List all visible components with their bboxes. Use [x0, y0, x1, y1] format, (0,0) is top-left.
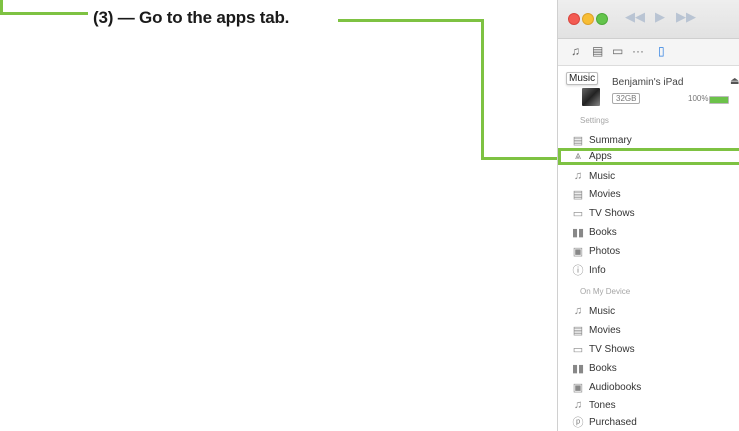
sidebar-item-label: Tones	[589, 399, 616, 411]
summary-icon: ▤	[572, 134, 584, 147]
sidebar-item-label: Music	[589, 170, 616, 182]
tv-icon[interactable]: ▭	[612, 44, 623, 58]
sidebar-item-music[interactable]: ♫ Music	[571, 168, 739, 184]
sidebar-item-label: Books	[589, 362, 617, 374]
sidebar-item-photos[interactable]: ▣ Photos	[571, 243, 739, 259]
sidebar-item-label: Purchased	[589, 416, 637, 428]
play-icon[interactable]: ▶	[655, 9, 665, 25]
sidebar-item-label: Photos	[589, 245, 621, 257]
itunes-window: ◀◀ ▶ ▶▶ ♫ ▤ ▭ ··· ▯ Music Benjamin's iPa…	[557, 0, 739, 431]
sidebar-item-device-music[interactable]: ♫ Music	[571, 303, 739, 319]
info-icon: ⓘ	[572, 265, 584, 277]
rewind-icon[interactable]: ◀◀	[625, 9, 645, 25]
sidebar-item-device-tv-shows[interactable]: ▭ TV Shows	[571, 341, 739, 357]
device-name[interactable]: Benjamin's iPad	[612, 77, 683, 88]
zoom-button[interactable]	[596, 13, 608, 25]
callout-instruction: (3) — Go to the apps tab.	[93, 8, 289, 28]
sidebar-item-summary[interactable]: ▤ Summary	[571, 132, 739, 148]
media-toolbar: ♫ ▤ ▭ ··· ▯	[558, 39, 739, 66]
music-note-icon: ♫	[573, 305, 583, 317]
ipad-icon[interactable]: ▯	[658, 44, 665, 58]
tv-icon: ▭	[572, 207, 584, 220]
sidebar-item-label: Books	[589, 226, 617, 238]
tv-icon: ▭	[572, 343, 584, 356]
sidebar-item-movies[interactable]: ▤ Movies	[571, 186, 739, 202]
music-tooltip: Music	[566, 72, 599, 85]
sidebar-item-device-books[interactable]: ▮▮ Books	[571, 360, 739, 376]
music-note-icon[interactable]: ♫	[571, 44, 580, 58]
purchased-icon: ⓟ	[572, 417, 584, 429]
sidebar-item-tv-shows[interactable]: ▭ TV Shows	[571, 205, 739, 221]
sidebar-item-info[interactable]: ⓘ Info	[571, 262, 739, 278]
capacity-badge: 32GB	[612, 93, 641, 104]
callout-step-number: (3)	[93, 8, 114, 27]
fast-forward-icon[interactable]: ▶▶	[676, 9, 696, 25]
film-icon: ▤	[572, 188, 584, 201]
callout-line-left-horizontal	[0, 12, 88, 15]
callout-line-vertical	[481, 19, 484, 160]
books-icon: ▮▮	[571, 226, 585, 239]
music-note-icon: ♫	[573, 170, 583, 182]
callout-line-to-apps	[481, 157, 560, 160]
sidebar-item-device-purchased[interactable]: ⓟ Purchased	[571, 414, 739, 430]
minimize-button[interactable]	[582, 13, 594, 25]
sidebar-item-label: Movies	[589, 188, 621, 200]
sidebar-item-apps[interactable]: ⩓ Apps	[558, 148, 739, 165]
sidebar-item-label: TV Shows	[589, 343, 635, 355]
battery-percentage: 100%	[688, 94, 709, 103]
callout-dash: —	[113, 8, 140, 27]
sidebar-item-label: Summary	[589, 134, 632, 146]
audiobooks-icon: ▣	[572, 381, 584, 394]
sidebar-item-label: Audiobooks	[589, 381, 642, 393]
device-thumbnail	[582, 88, 600, 106]
callout-line-right-horizontal	[338, 19, 484, 22]
battery-icon	[709, 96, 729, 104]
on-device-heading: On My Device	[580, 287, 631, 296]
film-icon[interactable]: ▤	[592, 44, 603, 58]
settings-heading: Settings	[580, 116, 609, 125]
sidebar-item-label: Movies	[589, 324, 621, 336]
sidebar-item-device-audiobooks[interactable]: ▣ Audiobooks	[571, 379, 739, 395]
apps-icon: ⩓	[574, 150, 582, 162]
device-header: Music Benjamin's iPad ⏏ 32GB 100%	[558, 66, 739, 116]
callout-text: Go to the apps tab.	[139, 8, 290, 27]
film-icon: ▤	[572, 324, 584, 337]
sidebar-item-label: TV Shows	[589, 207, 635, 219]
camera-icon: ▣	[572, 245, 584, 258]
battery-fill	[710, 97, 728, 103]
sidebar-item-label: Music	[589, 305, 616, 317]
bell-icon: ♫	[573, 399, 583, 411]
title-bar: ◀◀ ▶ ▶▶	[558, 0, 739, 39]
sidebar-item-label: Apps	[589, 151, 612, 162]
sidebar-item-device-tones[interactable]: ♫ Tones	[571, 397, 739, 413]
sidebar-item-label: Info	[589, 264, 606, 276]
books-icon: ▮▮	[571, 362, 585, 375]
sidebar-item-books[interactable]: ▮▮ Books	[571, 224, 739, 240]
sidebar-item-device-movies[interactable]: ▤ Movies	[571, 322, 739, 338]
close-button[interactable]	[568, 13, 580, 25]
eject-icon[interactable]: ⏏	[730, 76, 739, 87]
more-icon[interactable]: ···	[632, 44, 644, 58]
